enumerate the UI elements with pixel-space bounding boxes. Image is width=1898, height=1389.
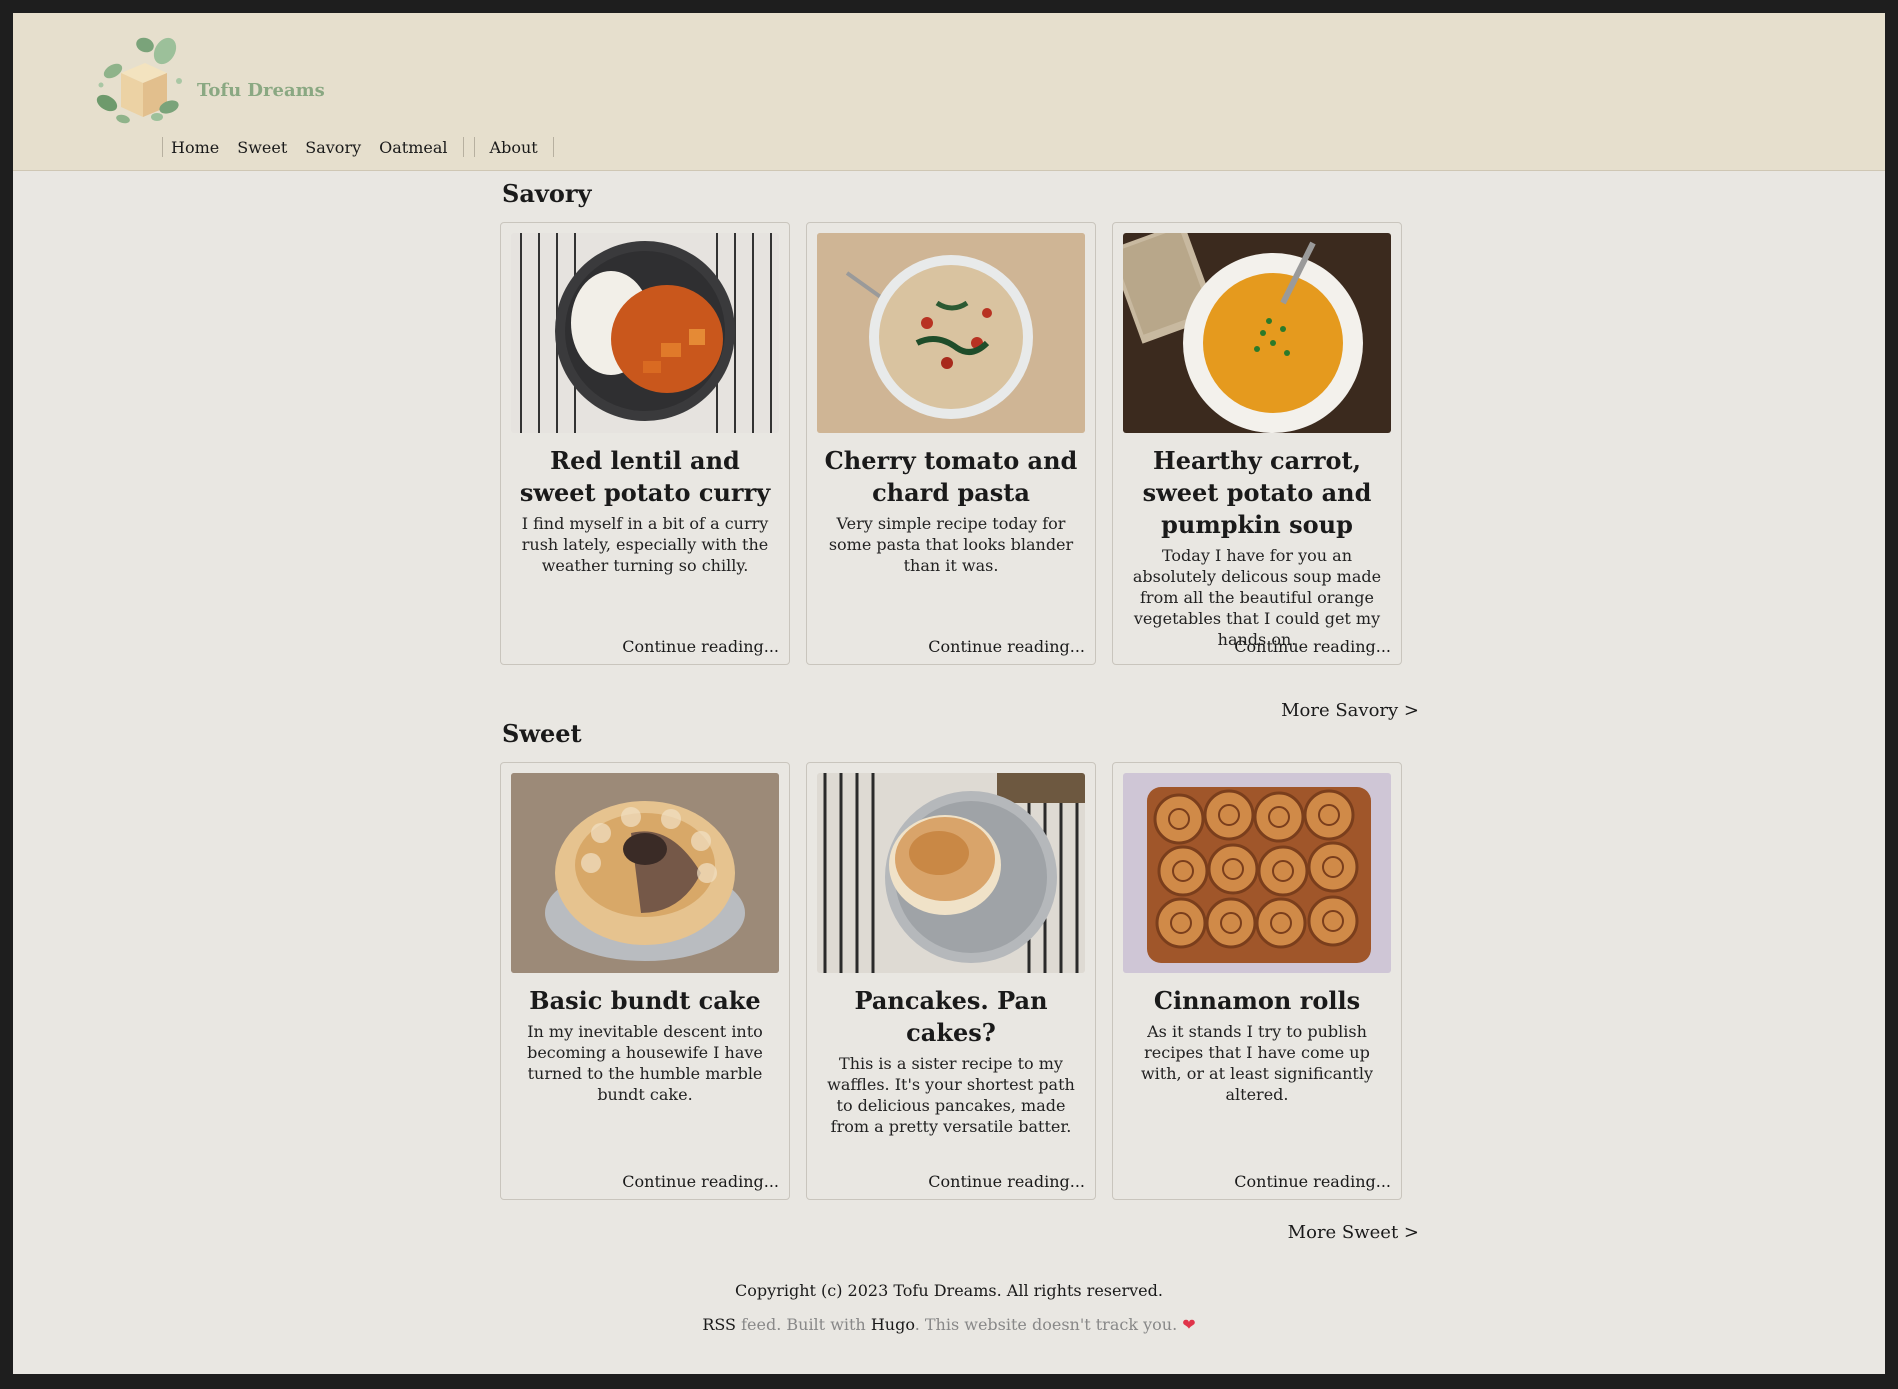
recipe-image-curry[interactable] [511,233,779,433]
site-title[interactable]: Tofu Dreams [197,80,325,101]
recipe-card: Pancakes. Pan cakes? This is a sister re… [806,762,1096,1200]
recipe-excerpt: Very simple recipe today for some pasta … [828,514,1074,575]
recipe-card: Hearthy carrot, sweet potato and pumpkin… [1112,222,1402,665]
continue-reading-link[interactable]: Continue reading... [928,1172,1085,1191]
recipe-title[interactable]: Red lentil and sweet potato curry [515,445,775,509]
section-title-savory: Savory [502,179,592,208]
footer-feed-text: feed. Built with [736,1315,871,1334]
continue-reading-link[interactable]: Continue reading... [1234,637,1391,656]
recipe-card: Cinnamon rolls As it stands I try to pub… [1112,762,1402,1200]
continue-reading-link[interactable]: Continue reading... [928,637,1085,656]
nav-divider [162,137,163,157]
more-sweet-link[interactable]: More Sweet > [1288,1222,1419,1243]
site-header: Tofu Dreams Home Sweet Savory Oatmeal Ab… [13,13,1885,171]
nav-about[interactable]: About [490,138,538,157]
recipe-image-pasta[interactable] [817,233,1085,433]
sweet-grid: Basic bundt cake In my inevitable descen… [500,762,1402,1200]
recipe-excerpt: This is a sister recipe to my waffles. I… [827,1054,1075,1136]
rss-link[interactable]: RSS [702,1315,736,1334]
site-logo[interactable] [83,21,195,133]
recipe-title[interactable]: Hearthy carrot, sweet potato and pumpkin… [1127,445,1387,541]
recipe-title[interactable]: Cinnamon rolls [1127,985,1387,1017]
more-savory-link[interactable]: More Savory > [1281,700,1419,721]
recipe-title[interactable]: Pancakes. Pan cakes? [821,985,1081,1049]
recipe-title[interactable]: Cherry tomato and chard pasta [821,445,1081,509]
continue-reading-link[interactable]: Continue reading... [622,1172,779,1191]
nav-divider [552,137,554,157]
section-title-sweet: Sweet [502,719,582,748]
recipe-card: Cherry tomato and chard pasta Very simpl… [806,222,1096,665]
nav-sweet[interactable]: Sweet [237,138,287,157]
recipe-card: Basic bundt cake In my inevitable descen… [500,762,790,1200]
nav-savory[interactable]: Savory [305,138,361,157]
recipe-excerpt: As it stands I try to publish recipes th… [1140,1022,1374,1104]
heart-icon: ❤ [1182,1315,1196,1334]
footer-tracking-text: . This website doesn't track you. [914,1315,1183,1334]
nav-divider [473,137,475,157]
footer-copyright: Copyright (c) 2023 Tofu Dreams. All righ… [735,1281,1163,1300]
nav-divider [462,137,464,157]
site-footer: Copyright (c) 2023 Tofu Dreams. All righ… [13,1281,1885,1334]
nav-oatmeal[interactable]: Oatmeal [379,138,447,157]
hugo-link[interactable]: Hugo [871,1315,915,1334]
recipe-excerpt: I find myself in a bit of a curry rush l… [521,514,769,575]
recipe-excerpt: Today I have for you an absolutely delic… [1132,546,1382,649]
browser-viewport: Tofu Dreams Home Sweet Savory Oatmeal Ab… [13,13,1885,1374]
recipe-card: Red lentil and sweet potato curry I find… [500,222,790,665]
sweet-more-row: More Sweet > [500,1222,1419,1246]
recipe-excerpt: In my inevitable descent into becoming a… [527,1022,763,1104]
footer-credits: RSS feed. Built with Hugo. This website … [13,1315,1885,1334]
continue-reading-link[interactable]: Continue reading... [1234,1172,1391,1191]
recipe-image-bundt-cake[interactable] [511,773,779,973]
tofu-leaves-logo-icon [96,37,182,124]
savory-more-row: More Savory > [500,700,1419,724]
main-nav: Home Sweet Savory Oatmeal About [156,134,560,160]
recipe-image-soup[interactable] [1123,233,1391,433]
continue-reading-link[interactable]: Continue reading... [622,637,779,656]
recipe-title[interactable]: Basic bundt cake [515,985,775,1017]
savory-grid: Red lentil and sweet potato curry I find… [500,222,1402,665]
nav-home[interactable]: Home [171,138,219,157]
recipe-image-pancakes[interactable] [817,773,1085,973]
recipe-image-cinnamon-rolls[interactable] [1123,773,1391,973]
